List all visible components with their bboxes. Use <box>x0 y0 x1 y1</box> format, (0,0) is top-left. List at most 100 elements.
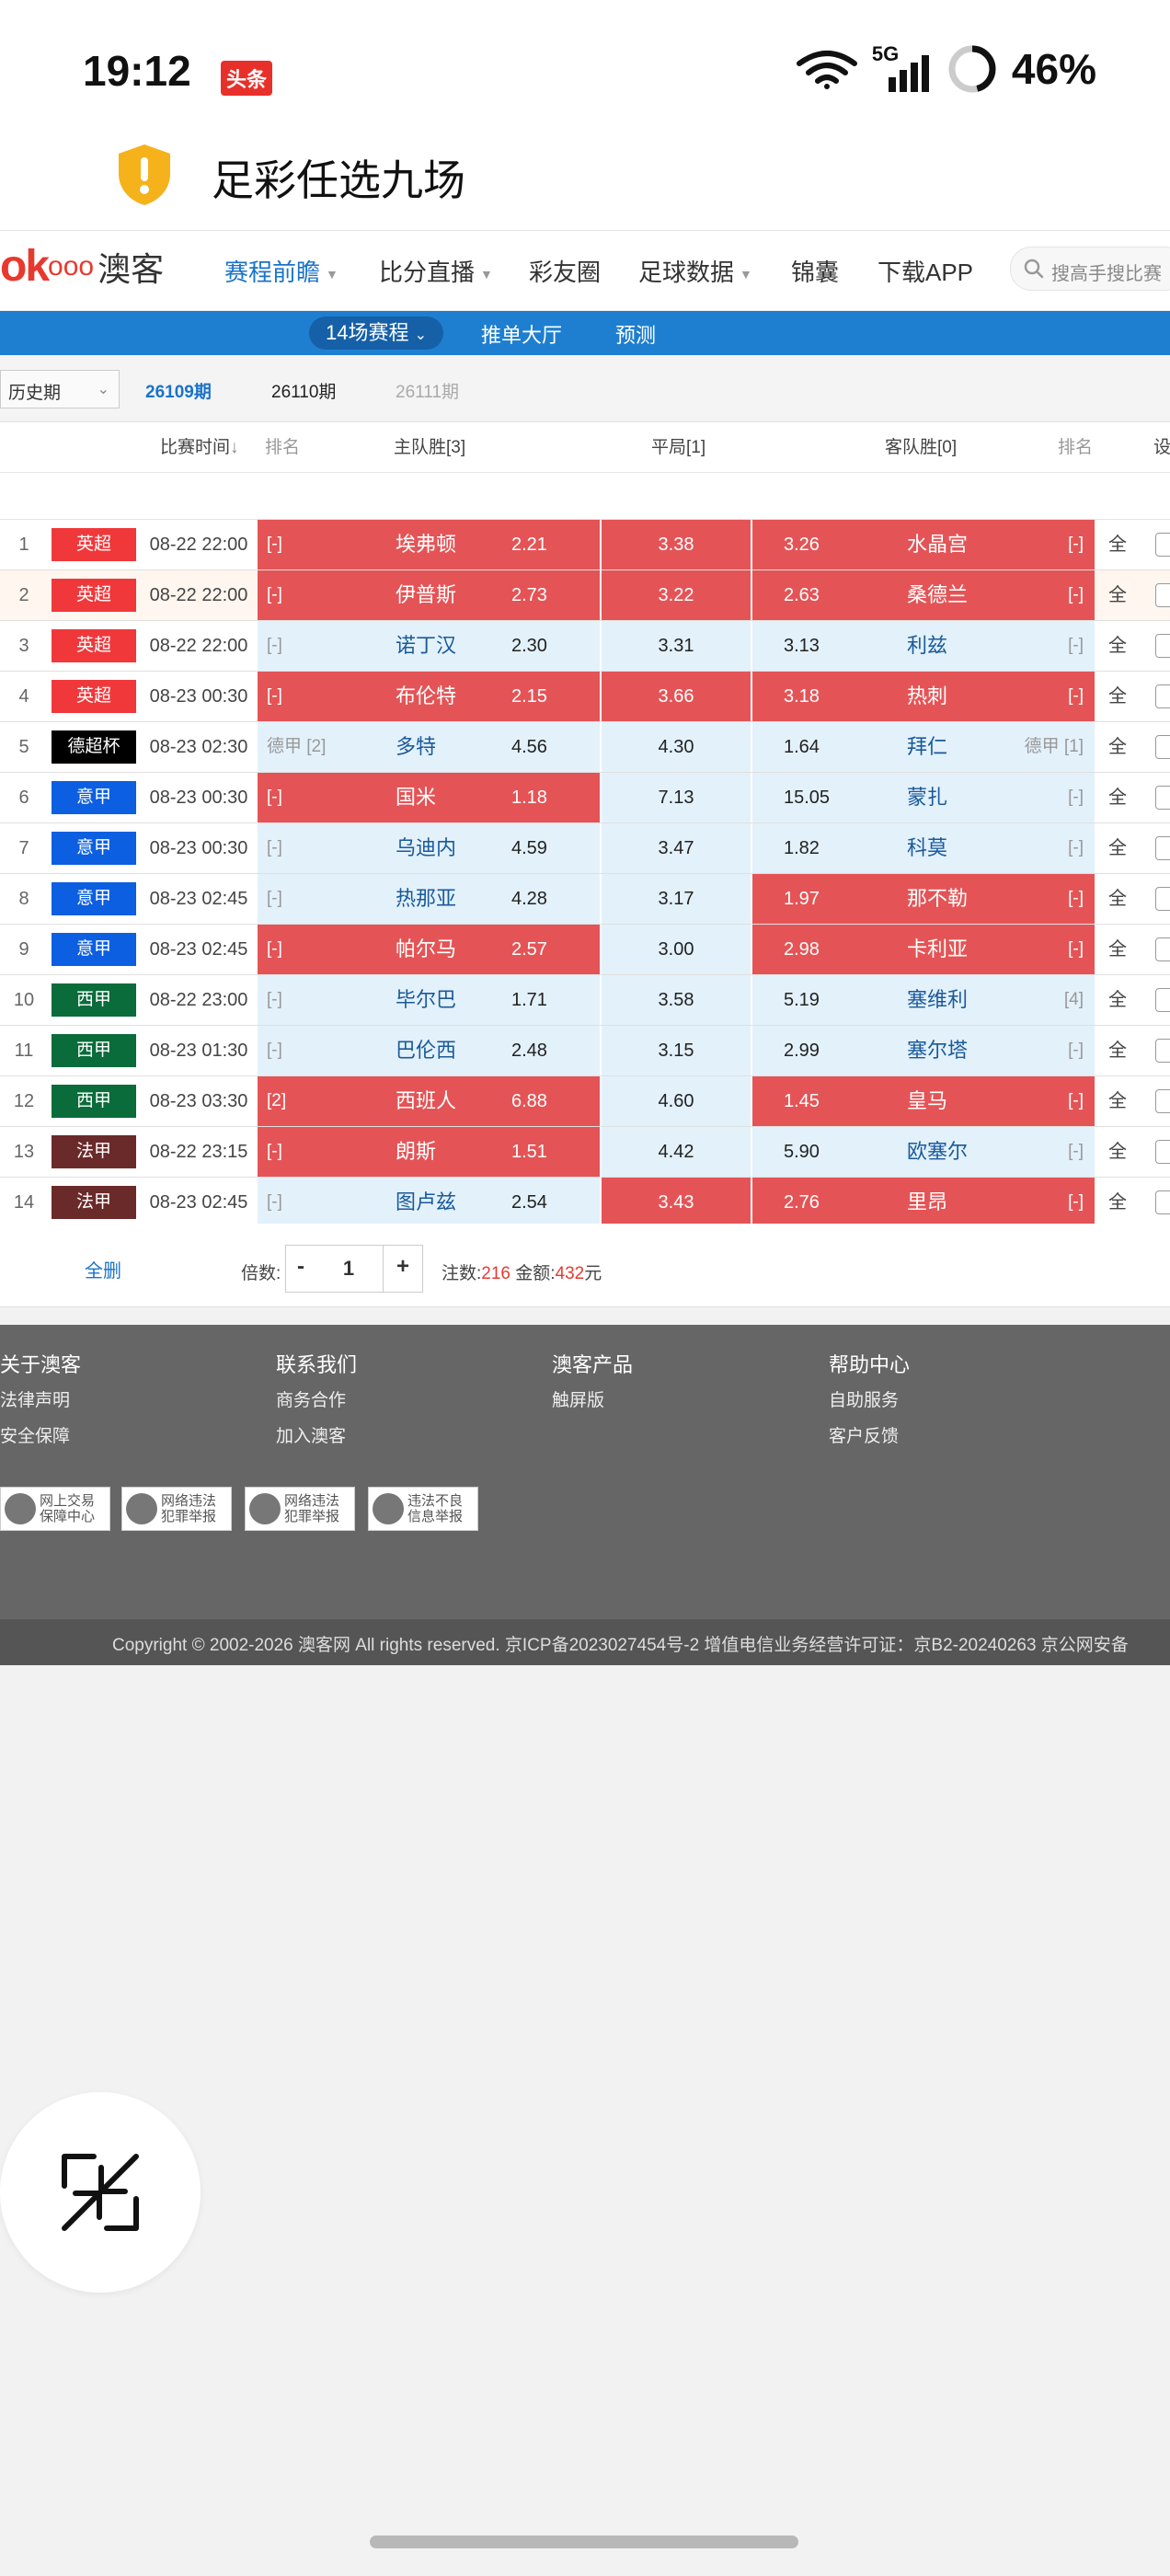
row-checkbox[interactable] <box>1155 1140 1170 1164</box>
period-current[interactable]: 26109期 <box>145 378 212 403</box>
home-win-cell[interactable]: [-] 热那亚 4.28 <box>258 874 600 924</box>
draw-cell[interactable]: 3.43 <box>602 1178 751 1227</box>
footer-link-security[interactable]: 安全保障 <box>0 1422 70 1447</box>
row-checkbox[interactable] <box>1155 533 1170 557</box>
tab-prediction[interactable]: 预测 <box>615 319 656 349</box>
footer-link-touch[interactable]: 触屏版 <box>552 1386 604 1411</box>
period-future[interactable]: 26111期 <box>396 378 459 403</box>
home-win-cell[interactable]: [-] 图卢兹 2.54 <box>258 1178 600 1227</box>
away-win-cell[interactable]: 15.05 蒙扎 [-] <box>752 773 1095 822</box>
home-win-cell[interactable]: 德甲 [2] 多特 4.56 <box>258 722 600 772</box>
badge-illegal-info-report[interactable]: 违法不良 信息举报 <box>368 1487 478 1531</box>
home-win-cell[interactable]: [-] 国米 1.18 <box>258 773 600 822</box>
collapse-window-button[interactable] <box>0 2092 201 2293</box>
draw-cell[interactable]: 3.66 <box>602 672 751 721</box>
home-win-cell[interactable]: [-] 埃弗顿 2.21 <box>258 520 600 569</box>
select-all-button[interactable]: 全 <box>1096 722 1139 772</box>
row-checkbox[interactable] <box>1155 1039 1170 1063</box>
footer-link-feedback[interactable]: 客户反馈 <box>829 1422 899 1447</box>
tab-tips-hall[interactable]: 推单大厅 <box>481 319 562 349</box>
tab-14-matches[interactable]: 14场赛程 ⌄ <box>309 316 443 350</box>
away-win-cell[interactable]: 5.90 欧塞尔 [-] <box>752 1127 1095 1177</box>
history-period-select[interactable]: 历史期 ⌄ <box>0 370 120 408</box>
header-time[interactable]: 比赛时间↓ <box>160 433 239 458</box>
away-win-cell[interactable]: 3.13 利兹 [-] <box>752 621 1095 671</box>
footer-heading-about[interactable]: 关于澳客 <box>0 1349 81 1378</box>
draw-cell[interactable]: 3.17 <box>602 874 751 924</box>
header-settings[interactable]: 设 <box>1153 433 1170 458</box>
away-win-cell[interactable]: 3.26 水晶宫 [-] <box>752 520 1095 569</box>
select-all-button[interactable]: 全 <box>1096 672 1139 721</box>
draw-cell[interactable]: 3.00 <box>602 925 751 974</box>
row-checkbox[interactable] <box>1155 735 1170 759</box>
row-checkbox[interactable] <box>1155 684 1170 708</box>
row-checkbox[interactable] <box>1155 634 1170 658</box>
search-input[interactable]: 搜高手搜比赛 <box>1010 247 1170 291</box>
multiplier-plus-button[interactable]: + <box>383 1245 423 1293</box>
nav-item-tips[interactable]: 锦囊 <box>791 254 839 288</box>
footer-link-legal[interactable]: 法律声明 <box>0 1386 70 1411</box>
home-win-cell[interactable]: [-] 毕尔巴 1.71 <box>258 975 600 1025</box>
draw-cell[interactable]: 3.22 <box>602 570 751 620</box>
away-win-cell[interactable]: 2.76 里昂 [-] <box>752 1178 1095 1227</box>
select-all-button[interactable]: 全 <box>1096 1076 1139 1126</box>
home-win-cell[interactable]: [-] 诺丁汉 2.30 <box>258 621 600 671</box>
select-all-button[interactable]: 全 <box>1096 1178 1139 1227</box>
badge-cybercrime-report[interactable]: 网络违法 犯罪举报 <box>121 1487 232 1531</box>
home-win-cell[interactable]: [-] 朗斯 1.51 <box>258 1127 600 1177</box>
select-all-button[interactable]: 全 <box>1096 520 1139 569</box>
footer-heading-help[interactable]: 帮助中心 <box>829 1349 910 1378</box>
nav-item-football-data[interactable]: 足球数据 ▼ <box>638 254 752 288</box>
draw-cell[interactable]: 3.38 <box>602 520 751 569</box>
row-checkbox[interactable] <box>1155 583 1170 607</box>
multiplier-input[interactable]: 1 <box>315 1245 383 1293</box>
nav-item-schedule[interactable]: 赛程前瞻 ▼ <box>224 254 338 288</box>
row-checkbox[interactable] <box>1155 836 1170 860</box>
badge-cybercrime-report-2[interactable]: 网络违法 犯罪举报 <box>245 1487 355 1531</box>
away-win-cell[interactable]: 5.19 塞维利 [4] <box>752 975 1095 1025</box>
select-all-button[interactable]: 全 <box>1096 925 1139 974</box>
footer-link-business[interactable]: 商务合作 <box>276 1386 346 1411</box>
badge-trade-protection[interactable]: 网上交易 保障中心 <box>0 1487 110 1531</box>
select-all-button[interactable]: 全 <box>1096 570 1139 620</box>
away-win-cell[interactable]: 1.64 拜仁 德甲 [1] <box>752 722 1095 772</box>
home-win-cell[interactable]: [-] 伊普斯 2.73 <box>258 570 600 620</box>
home-win-cell[interactable]: [-] 帕尔马 2.57 <box>258 925 600 974</box>
home-indicator[interactable] <box>370 2536 798 2548</box>
nav-item-download-app[interactable]: 下载APP <box>878 254 973 288</box>
footer-link-self-service[interactable]: 自助服务 <box>829 1386 899 1411</box>
draw-cell[interactable]: 4.30 <box>602 722 751 772</box>
select-all-button[interactable]: 全 <box>1096 773 1139 822</box>
away-win-cell[interactable]: 1.82 科莫 [-] <box>752 823 1095 873</box>
nav-item-community[interactable]: 彩友圈 <box>529 254 601 288</box>
row-checkbox[interactable] <box>1155 937 1170 961</box>
select-all-button[interactable]: 全 <box>1096 874 1139 924</box>
draw-cell[interactable]: 3.58 <box>602 975 751 1025</box>
select-all-button[interactable]: 全 <box>1096 1127 1139 1177</box>
draw-cell[interactable]: 7.13 <box>602 773 751 822</box>
select-all-button[interactable]: 全 <box>1096 1026 1139 1075</box>
away-win-cell[interactable]: 1.45 皇马 [-] <box>752 1076 1095 1126</box>
home-win-cell[interactable]: [-] 乌迪内 4.59 <box>258 823 600 873</box>
away-win-cell[interactable]: 2.98 卡利亚 [-] <box>752 925 1095 974</box>
multiplier-minus-button[interactable]: - <box>285 1245 316 1293</box>
row-checkbox[interactable] <box>1155 1190 1170 1214</box>
away-win-cell[interactable]: 3.18 热刺 [-] <box>752 672 1095 721</box>
away-win-cell[interactable]: 2.63 桑德兰 [-] <box>752 570 1095 620</box>
home-win-cell[interactable]: [2] 西班人 6.88 <box>258 1076 600 1126</box>
home-win-cell[interactable]: [-] 巴伦西 2.48 <box>258 1026 600 1075</box>
away-win-cell[interactable]: 1.97 那不勒 [-] <box>752 874 1095 924</box>
draw-cell[interactable]: 3.15 <box>602 1026 751 1075</box>
footer-link-join[interactable]: 加入澳客 <box>276 1422 346 1447</box>
select-all-button[interactable]: 全 <box>1096 823 1139 873</box>
footer-heading-contact[interactable]: 联系我们 <box>276 1349 357 1378</box>
draw-cell[interactable]: 3.31 <box>602 621 751 671</box>
select-all-button[interactable]: 全 <box>1096 621 1139 671</box>
row-checkbox[interactable] <box>1155 1089 1170 1113</box>
period-next[interactable]: 26110期 <box>271 378 336 403</box>
okooo-logo[interactable]: ok ooo 澳客 <box>0 241 164 292</box>
row-checkbox[interactable] <box>1155 887 1170 911</box>
footer-heading-products[interactable]: 澳客产品 <box>552 1349 633 1378</box>
nav-item-live-score[interactable]: 比分直播 ▼ <box>379 254 493 288</box>
draw-cell[interactable]: 4.42 <box>602 1127 751 1177</box>
